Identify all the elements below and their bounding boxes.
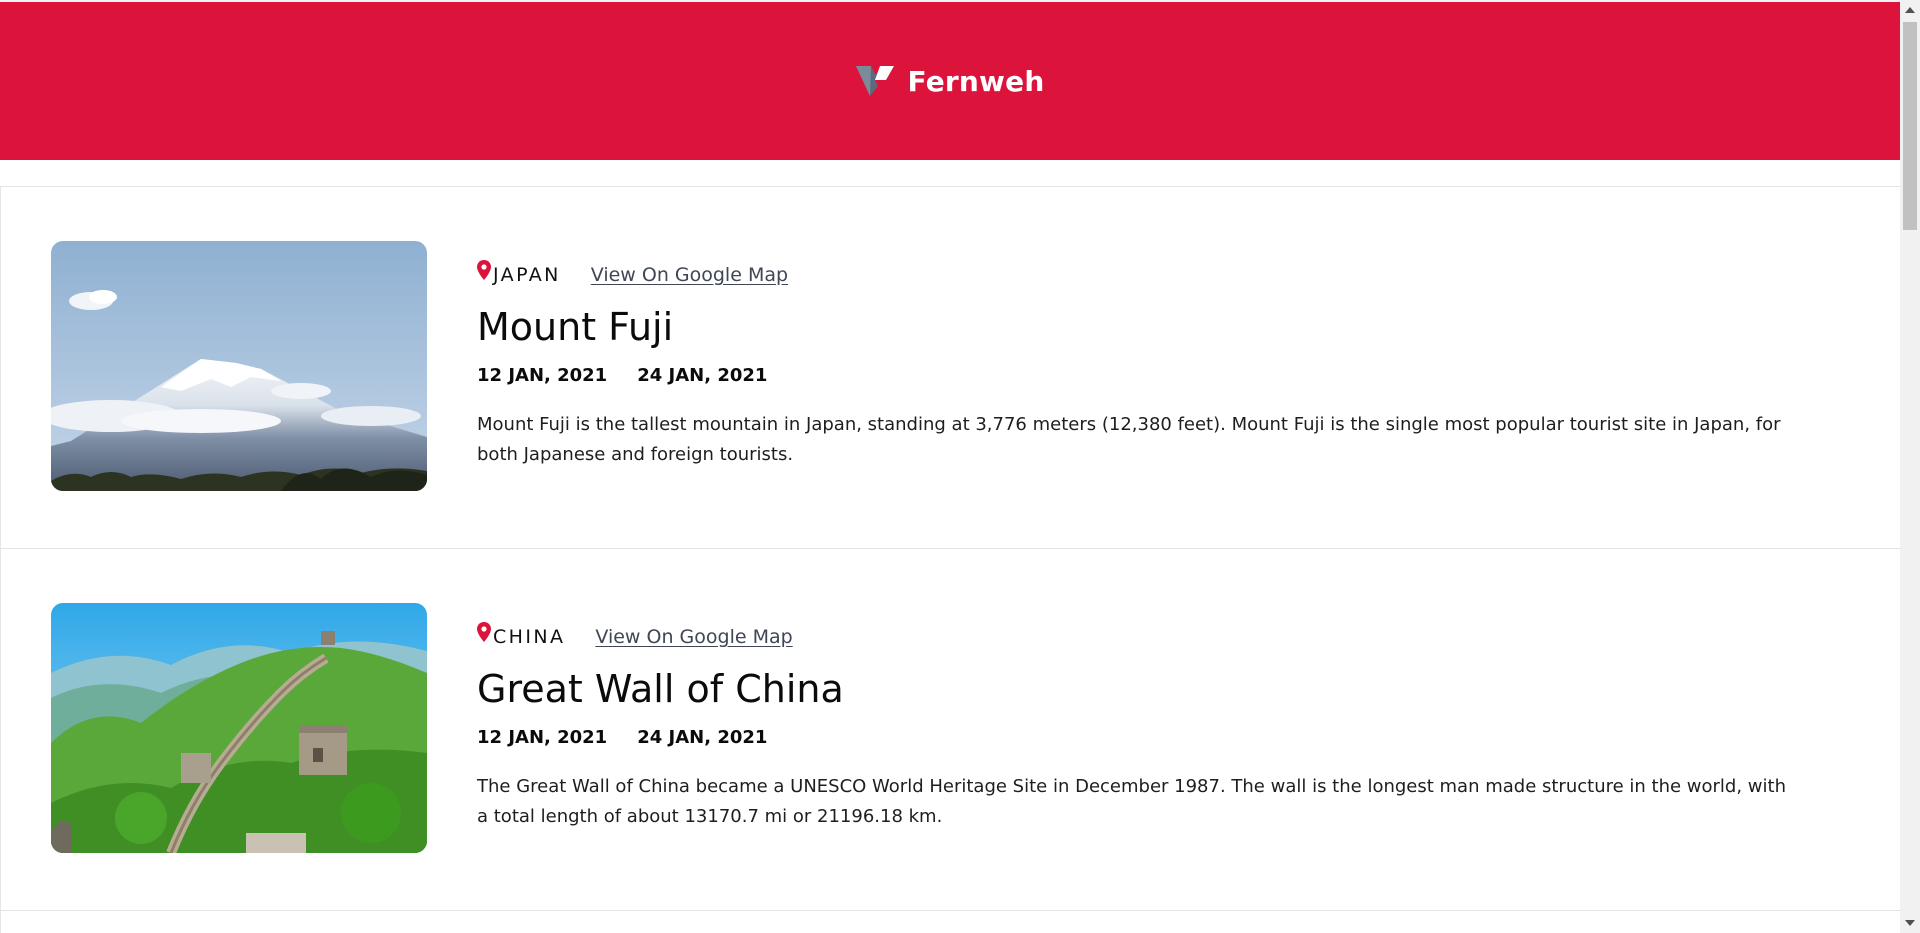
location-row: CHINA View On Google Map	[477, 621, 1797, 653]
end-date: 24 JAN, 2021	[637, 727, 768, 748]
chevron-down-icon[interactable]	[1900, 913, 1920, 933]
location-row: JAPAN View On Google Map	[477, 259, 1797, 291]
mount-fuji-photo	[51, 241, 427, 491]
travel-entries: JAPAN View On Google Map Mount Fuji 12 J…	[0, 186, 1900, 933]
view-on-google-map-link[interactable]: View On Google Map	[591, 264, 788, 286]
travel-entry: CHINA View On Google Map Great Wall of C…	[0, 548, 1900, 910]
vertical-scrollbar[interactable]	[1900, 0, 1920, 933]
travel-entry: JAPAN View On Google Map Mount Fuji 12 J…	[0, 186, 1900, 548]
brand-name[interactable]: Fernweh	[908, 65, 1045, 98]
page: Fernweh JAPAN View On Google Map Mount F…	[0, 0, 1900, 933]
view-on-google-map-link[interactable]: View On Google Map	[595, 626, 792, 648]
travel-dates: 12 JAN, 2021 24 JAN, 2021	[477, 365, 1797, 386]
country-label: CHINA	[493, 626, 566, 648]
destination-description: Mount Fuji is the tallest mountain in Ja…	[477, 414, 1781, 465]
great-wall-photo	[51, 603, 427, 853]
destination-description: The Great Wall of China became a UNESCO …	[477, 776, 1786, 827]
start-date: 12 JAN, 2021	[477, 727, 608, 748]
start-date: 12 JAN, 2021	[477, 365, 608, 386]
location-pin-icon	[477, 622, 491, 642]
entry-details: CHINA View On Google Map Great Wall of C…	[477, 621, 1797, 850]
end-date: 24 JAN, 2021	[637, 365, 768, 386]
country-label: JAPAN	[493, 264, 561, 286]
scrollbar-thumb[interactable]	[1903, 22, 1917, 230]
travel-entry	[0, 910, 1900, 933]
destination-title: Mount Fuji	[477, 305, 674, 349]
destination-title: Great Wall of China	[477, 667, 844, 711]
travel-dates: 12 JAN, 2021 24 JAN, 2021	[477, 727, 1797, 748]
location-pin-icon	[477, 260, 491, 280]
entry-details: JAPAN View On Google Map Mount Fuji 12 J…	[477, 259, 1797, 488]
fernweh-logo-icon[interactable]	[855, 64, 894, 98]
site-header: Fernweh	[0, 2, 1900, 160]
chevron-up-icon[interactable]	[1900, 0, 1920, 20]
